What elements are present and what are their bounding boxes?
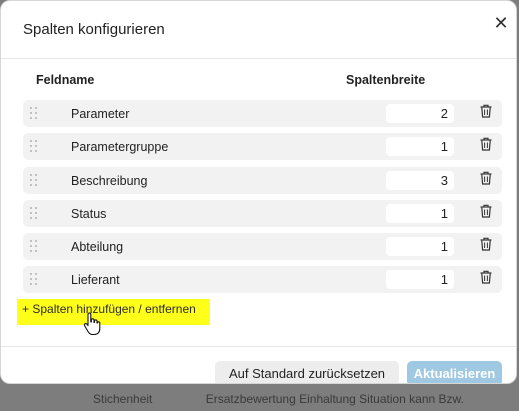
column-width-input[interactable] [386, 204, 454, 223]
column-header-fieldname: Feldname [36, 73, 95, 87]
list-item: Status [23, 200, 502, 227]
close-icon[interactable]: ✕ [491, 13, 511, 33]
column-width-input[interactable] [386, 171, 454, 190]
trash-icon[interactable] [480, 204, 492, 218]
background-text-2: Ersatzbewertung Einhaltung Situation kan… [205, 392, 464, 406]
drag-handle-icon[interactable] [30, 174, 40, 187]
field-name: Parametergruppe [71, 140, 169, 154]
hand-pointer-icon [83, 312, 101, 336]
dialog-title: Spalten konfigurieren [23, 21, 165, 38]
header-divider [1, 58, 516, 59]
field-name: Status [71, 207, 107, 221]
list-item: Parameter [23, 100, 502, 127]
list-item: Parametergruppe [23, 133, 502, 160]
list-item: Abteilung [23, 233, 502, 260]
drag-handle-icon[interactable] [30, 140, 40, 153]
column-width-input[interactable] [386, 270, 454, 289]
update-button[interactable]: Aktualisieren [407, 361, 502, 383]
background-text-1: Stichenheit [93, 392, 153, 406]
column-header-width: Spaltenbreite [346, 73, 426, 87]
column-width-input[interactable] [386, 137, 454, 156]
background-text: Stichenheit Ersatzbewertung Einhaltung S… [93, 392, 514, 406]
field-name: Beschreibung [71, 174, 148, 188]
trash-icon[interactable] [480, 104, 492, 118]
field-name: Abteilung [71, 240, 124, 254]
list-item: Beschreibung [23, 167, 502, 194]
drag-handle-icon[interactable] [30, 240, 40, 253]
trash-icon[interactable] [480, 237, 492, 251]
add-remove-columns-link[interactable]: + Spalten hinzufügen / entfernen [17, 299, 210, 325]
configure-columns-dialog: Spalten konfigurieren ✕ Feldname Spalten… [0, 0, 517, 384]
reset-to-default-button[interactable]: Auf Standard zurücksetzen [215, 361, 399, 383]
trash-icon[interactable] [480, 171, 492, 185]
field-name: Lieferant [71, 273, 120, 287]
column-width-input[interactable] [386, 237, 454, 256]
column-width-input[interactable] [386, 104, 454, 123]
drag-handle-icon[interactable] [30, 207, 40, 220]
trash-icon[interactable] [480, 270, 492, 284]
footer-divider [1, 346, 516, 347]
field-name: Parameter [71, 107, 130, 121]
drag-handle-icon[interactable] [30, 107, 40, 120]
list-item: Lieferant [23, 266, 502, 293]
drag-handle-icon[interactable] [30, 273, 40, 286]
trash-icon[interactable] [480, 137, 492, 151]
